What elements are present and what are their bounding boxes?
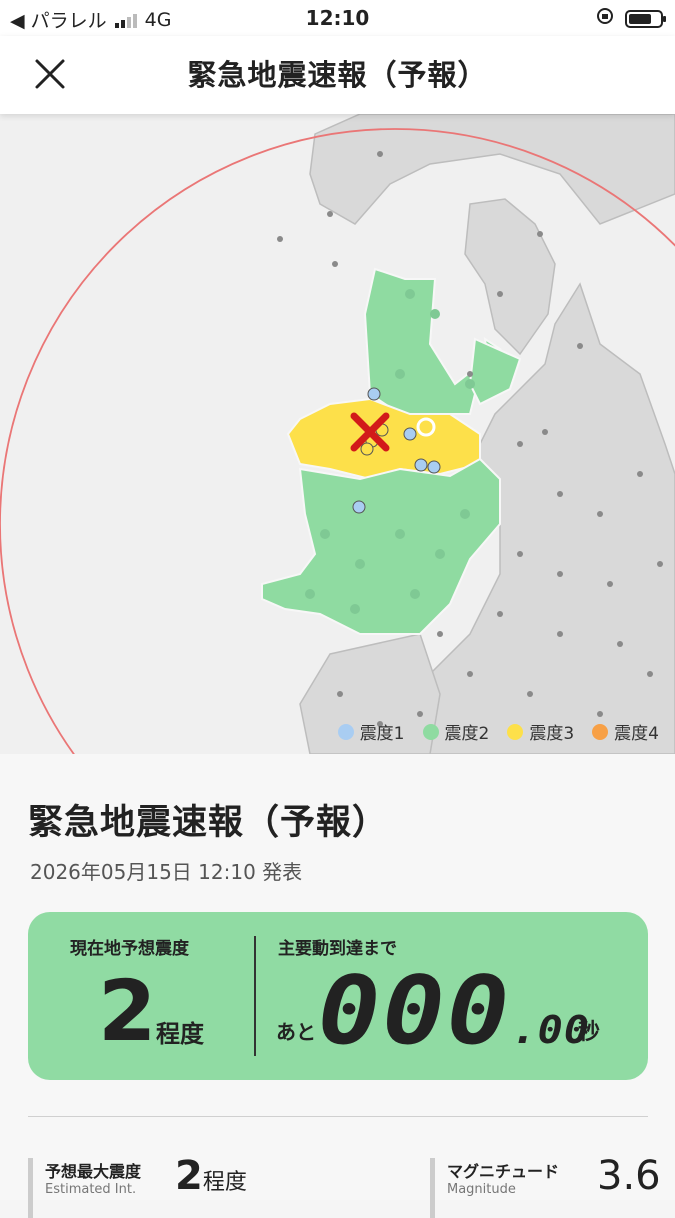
battery-icon (625, 9, 666, 28)
section-divider (28, 1116, 648, 1117)
current-intensity-unit: 程度 (156, 1020, 204, 1048)
card-divider (254, 936, 256, 1056)
intensity-map[interactable]: 震度1 震度2 震度3 震度4 (0, 114, 675, 754)
current-intensity-label: 現在地予想震度 (70, 939, 189, 959)
nav-bar: 緊急地震速報（予報） (0, 36, 675, 114)
intensity-card: 現在地予想震度 2 程度 主要動到達まで あと 000.00 秒 (28, 912, 648, 1080)
legend-item: 震度2 (422, 719, 489, 744)
page-title: 緊急地震速報（予報） (187, 58, 488, 92)
map-canvas (0, 114, 675, 754)
countdown-seconds: 000 (318, 957, 512, 1066)
legend-item: 震度1 (337, 719, 405, 744)
status-time: 12:10 (305, 6, 370, 30)
magnitude-stat: マグニチュード Magnitude 3.6 (430, 1153, 661, 1218)
map-legend: 震度1 震度2 震度3 震度4 (337, 719, 659, 744)
legend-item: 震度3 (507, 719, 574, 744)
max-intensity-value: 2程度 (175, 1153, 247, 1199)
status-bar: ◀ パラレル 4G 12:10 (0, 0, 675, 36)
detail-panel: 緊急地震速報（予報） 2026年05月15日 12:10 発表 現在地予想震度 … (0, 754, 675, 1218)
status-right (595, 6, 666, 31)
current-intensity-value: 2 (98, 962, 157, 1060)
rotation-lock-icon (595, 6, 615, 31)
arrival-prefix: あと (276, 1020, 316, 1044)
arrival-unit: 秒 (578, 1020, 601, 1045)
detail-title: 緊急地震速報（予報） (28, 803, 389, 843)
legend-item: 震度4 (592, 719, 659, 744)
max-intensity-stat: 予想最大震度 Estimated Int. 2程度 (28, 1153, 275, 1218)
magnitude-value: 3.6 (597, 1153, 661, 1199)
issued-time: 2026年05月15日 12:10 発表 (30, 860, 303, 884)
arrival-label: 主要動到達まで (278, 939, 397, 959)
arrival-countdown: 000.00 (318, 964, 590, 1078)
